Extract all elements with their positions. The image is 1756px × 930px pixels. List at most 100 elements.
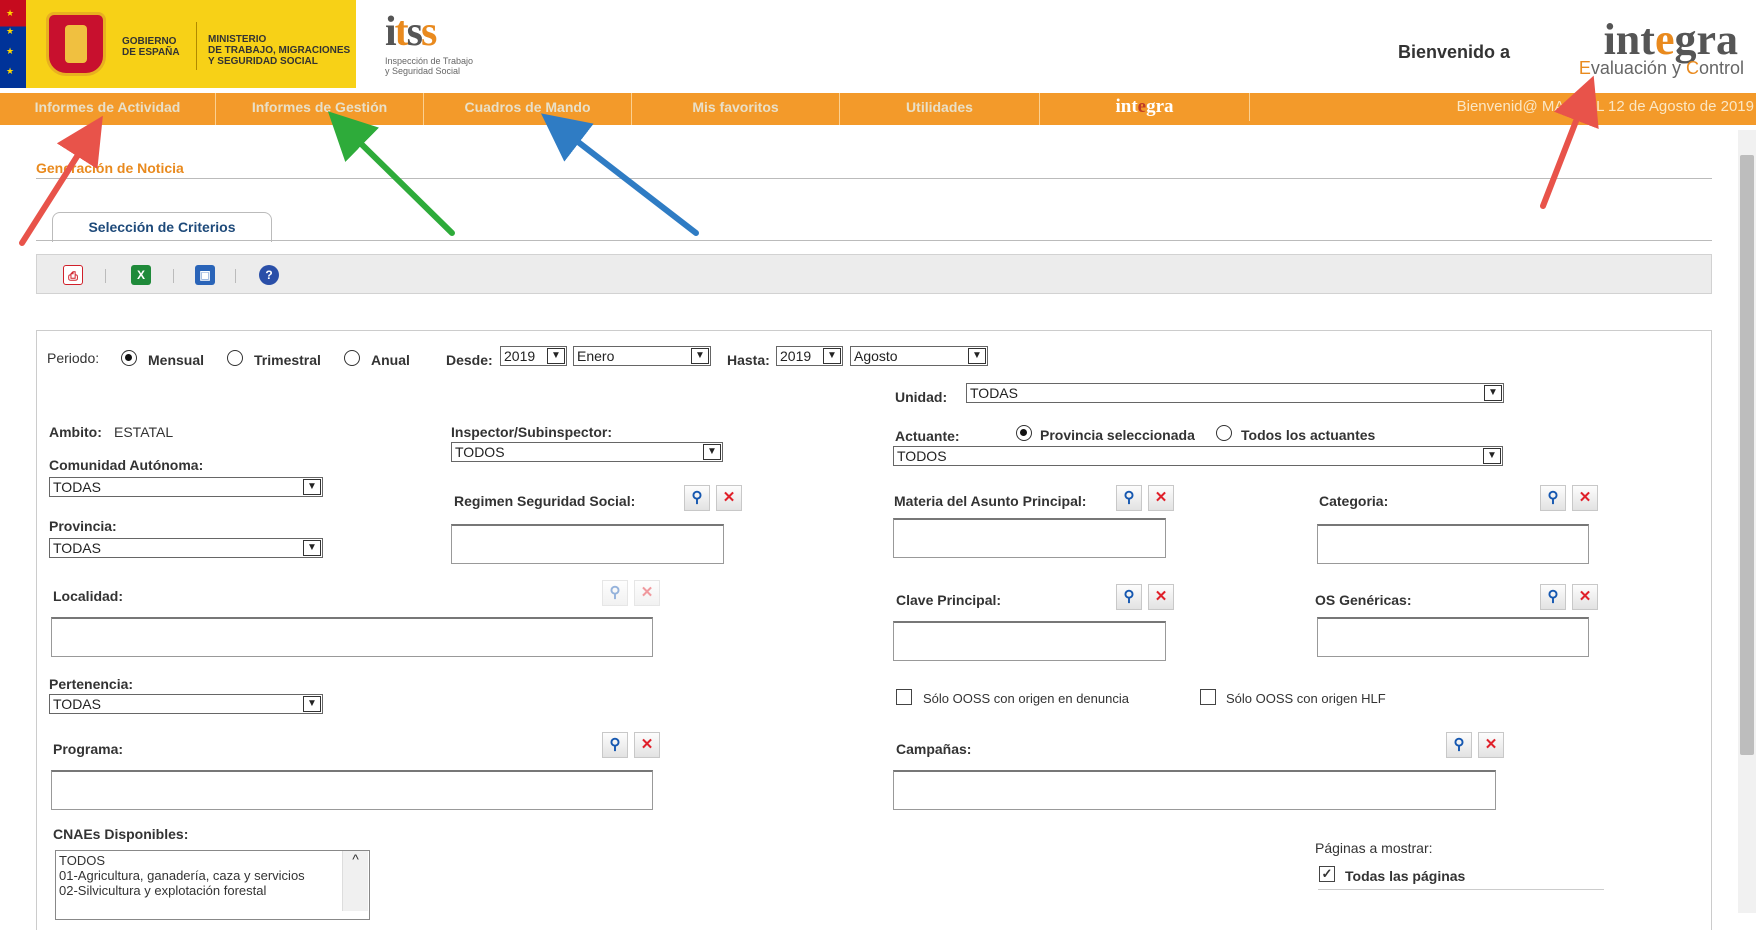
nav-utilidades[interactable]: Utilidades xyxy=(840,93,1040,125)
checkbox-hlf-label: Sólo OOSS con origen HLF xyxy=(1226,691,1386,706)
programa-search-icon[interactable]: ⚲ xyxy=(602,732,628,758)
help-icon[interactable]: ? xyxy=(259,265,279,285)
programa-label: Programa: xyxy=(53,741,124,757)
pertenencia-select[interactable]: TODAS ▼ xyxy=(49,694,323,714)
localidad-clear-icon[interactable]: ✕ xyxy=(634,580,660,606)
comunidad-select[interactable]: TODAS ▼ xyxy=(49,477,323,497)
main-nav: Informes de Actividad Informes de Gestió… xyxy=(0,93,1756,125)
campanas-clear-icon[interactable]: ✕ xyxy=(1478,732,1504,758)
excel-icon[interactable]: X xyxy=(131,265,151,285)
provincia-label: Provincia: xyxy=(49,518,117,534)
checkbox-todas-paginas-label: Todas las páginas xyxy=(1345,868,1466,884)
ministry-name: MINISTERIO DE TRABAJO, MIGRACIONES Y SEGUR… xyxy=(208,34,351,67)
materia-field[interactable] xyxy=(893,518,1166,558)
list-item[interactable]: 02-Silvicultura y explotación forestal xyxy=(59,883,366,898)
chevron-up-icon[interactable]: ^ xyxy=(352,851,359,867)
checkbox-denuncia[interactable] xyxy=(896,689,912,705)
hasta-label: Hasta: xyxy=(727,352,770,368)
nav-cuadros-mando[interactable]: Cuadros de Mando xyxy=(424,93,632,125)
os-genericas-field[interactable] xyxy=(1317,617,1589,657)
cnaes-scrollbar[interactable]: ^ xyxy=(342,851,368,911)
page-title: Generación de Noticia xyxy=(36,160,184,176)
radio-anual[interactable] xyxy=(344,350,360,366)
nav-informes-actividad[interactable]: Informes de Actividad xyxy=(0,93,216,125)
os-genericas-search-icon[interactable]: ⚲ xyxy=(1540,584,1566,610)
scroll-thumb[interactable] xyxy=(1740,155,1754,755)
chevron-down-icon: ▼ xyxy=(303,540,321,556)
eu-flag-icon: ★ ★ ★ ★ xyxy=(0,0,26,88)
chevron-down-icon: ▼ xyxy=(1483,448,1501,464)
campanas-search-icon[interactable]: ⚲ xyxy=(1446,732,1472,758)
radio-mensual[interactable] xyxy=(121,350,137,366)
materia-clear-icon[interactable]: ✕ xyxy=(1148,485,1174,511)
regimen-search-icon[interactable]: ⚲ xyxy=(684,485,710,511)
clave-search-icon[interactable]: ⚲ xyxy=(1116,584,1142,610)
campanas-label: Campañas: xyxy=(896,741,972,757)
regimen-label: Regimen Seguridad Social: xyxy=(454,493,636,509)
chevron-down-icon: ▼ xyxy=(547,348,565,364)
hasta-year-select[interactable]: 2019 ▼ xyxy=(776,346,843,366)
programa-field[interactable] xyxy=(51,770,653,810)
categoria-label: Categoria: xyxy=(1319,493,1389,509)
chevron-down-icon: ▼ xyxy=(691,348,709,364)
materia-search-icon[interactable]: ⚲ xyxy=(1116,485,1142,511)
chevron-down-icon: ▼ xyxy=(823,348,841,364)
actuante-label: Actuante: xyxy=(895,428,960,444)
tab-seleccion-criterios[interactable]: Selección de Criterios xyxy=(52,212,272,242)
nav-integra-brand[interactable]: integra xyxy=(1040,93,1250,121)
desde-month-select[interactable]: Enero ▼ xyxy=(573,346,711,366)
comunidad-label: Comunidad Autónoma: xyxy=(49,457,204,473)
clave-label: Clave Principal: xyxy=(896,592,1002,608)
unidad-select[interactable]: TODAS ▼ xyxy=(966,383,1504,403)
list-item[interactable]: 01-Agricultura, ganadería, caza y servic… xyxy=(59,868,366,883)
government-logo: ★ ★ ★ ★ GOBIERNO DE ESPAÑA MINISTERIO DE TRAB… xyxy=(0,0,356,88)
save-icon[interactable]: ▣ xyxy=(195,265,215,285)
cnaes-label: CNAEs Disponibles: xyxy=(53,826,189,842)
regimen-field[interactable] xyxy=(451,524,724,564)
os-genericas-clear-icon[interactable]: ✕ xyxy=(1572,584,1598,610)
regimen-clear-icon[interactable]: ✕ xyxy=(716,485,742,511)
programa-clear-icon[interactable]: ✕ xyxy=(634,732,660,758)
chevron-down-icon: ▼ xyxy=(303,696,321,712)
itss-logo: itss Inspección de Trabajo y Seguridad S… xyxy=(385,8,495,88)
desde-label: Desde: xyxy=(446,352,493,368)
hasta-month-select[interactable]: Agosto ▼ xyxy=(850,346,988,366)
periodo-label: Periodo: xyxy=(47,350,100,366)
localidad-search-icon[interactable]: ⚲ xyxy=(602,580,628,606)
provincia-select[interactable]: TODAS ▼ xyxy=(49,538,323,558)
inspector-label: Inspector/Subinspector: xyxy=(451,424,613,440)
categoria-clear-icon[interactable]: ✕ xyxy=(1572,485,1598,511)
paginas-label: Páginas a mostrar: xyxy=(1315,840,1433,856)
nav-mis-favoritos[interactable]: Mis favoritos xyxy=(632,93,840,125)
checkbox-hlf[interactable] xyxy=(1200,689,1216,705)
list-item[interactable]: TODOS xyxy=(59,853,366,868)
clave-clear-icon[interactable]: ✕ xyxy=(1148,584,1174,610)
unidad-label: Unidad: xyxy=(895,389,948,405)
user-greeting: Bienvenid@ MANUEL 12 de Agosto de 2019 xyxy=(1456,98,1754,115)
campanas-field[interactable] xyxy=(893,770,1496,810)
green-arrow xyxy=(327,111,455,236)
nav-informes-gestion[interactable]: Informes de Gestión xyxy=(216,93,424,125)
radio-trimestral[interactable] xyxy=(227,350,243,366)
coat-of-arms-icon xyxy=(46,12,106,76)
radio-provincia-seleccionada[interactable] xyxy=(1016,425,1032,441)
cnaes-listbox[interactable]: TODOS 01-Agricultura, ganadería, caza y … xyxy=(55,850,370,920)
page-scrollbar[interactable] xyxy=(1738,130,1756,913)
pertenencia-label: Pertenencia: xyxy=(49,676,134,692)
categoria-search-icon[interactable]: ⚲ xyxy=(1540,485,1566,511)
gov-name: GOBIERNO DE ESPAÑA xyxy=(122,36,180,58)
pdf-icon[interactable]: ⎙ xyxy=(63,265,83,285)
actuante-select[interactable]: TODOS ▼ xyxy=(893,446,1503,466)
clave-field[interactable] xyxy=(893,621,1166,661)
categoria-field[interactable] xyxy=(1317,524,1589,564)
materia-label: Materia del Asunto Principal: xyxy=(894,493,1087,509)
checkbox-todas-paginas[interactable]: ✓ xyxy=(1319,866,1335,882)
toolbar: ⎙ X ▣ ? xyxy=(36,254,1712,294)
desde-year-select[interactable]: 2019 ▼ xyxy=(500,346,567,366)
inspector-select[interactable]: TODOS ▼ xyxy=(451,442,723,462)
localidad-field[interactable] xyxy=(51,617,653,657)
checkbox-denuncia-label: Sólo OOSS con origen en denuncia xyxy=(923,691,1129,706)
radio-todos-actuantes[interactable] xyxy=(1216,425,1232,441)
os-genericas-label: OS Genéricas: xyxy=(1315,592,1412,608)
itss-mark-icon: itss xyxy=(385,9,437,55)
